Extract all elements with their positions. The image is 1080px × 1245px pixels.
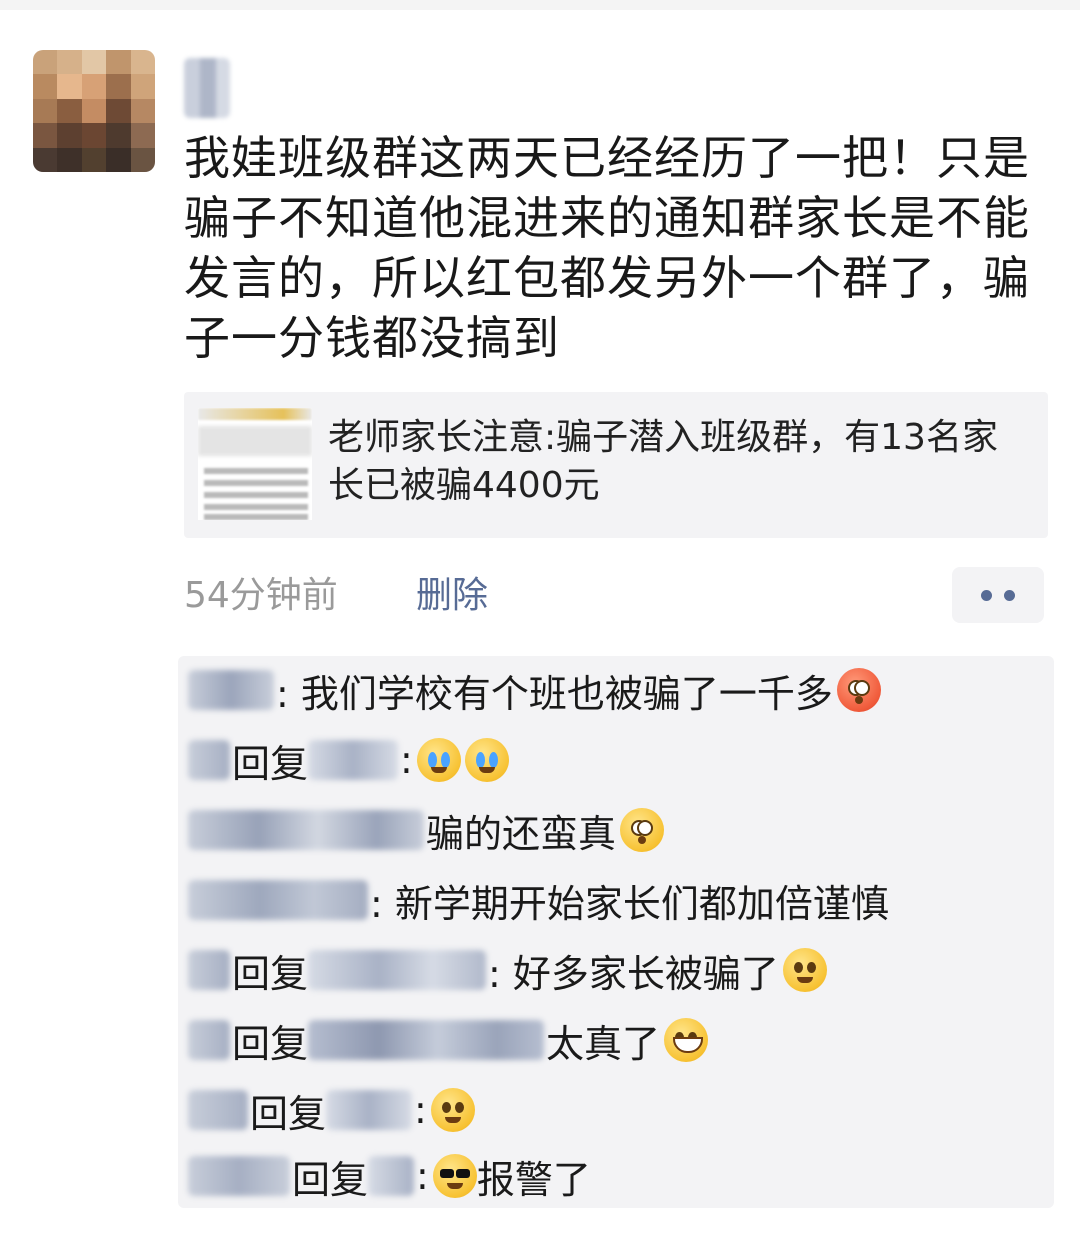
- reply-target-name-blurred[interactable]: [326, 1090, 413, 1130]
- pleading-emoji-icon: [430, 1088, 475, 1132]
- author-nickname-blurred[interactable]: [184, 58, 230, 118]
- post-timestamp: 54分钟前: [184, 575, 338, 616]
- commenter-name-blurred[interactable]: [188, 740, 230, 780]
- comment-row[interactable]: 回复 太真了: [188, 1010, 709, 1070]
- facepalm-cry-emoji-icon: [416, 738, 461, 782]
- comment-row[interactable]: 回复 : 报警了: [188, 1146, 591, 1206]
- post-text: 我娃班级群这两天已经经历了一把！只是骗子不知道他混进来的通知群家长是不能发言的，…: [184, 131, 1030, 365]
- commenter-name-blurred[interactable]: [188, 1156, 290, 1196]
- commenter-name-blurred[interactable]: [188, 950, 230, 990]
- wide-eyes-emoji-icon: [620, 808, 665, 852]
- comment-text: :: [414, 1088, 427, 1132]
- comment-row[interactable]: 骗的还蛮真: [188, 800, 665, 860]
- comment-row[interactable]: 回复 : 好多家长被骗了: [188, 940, 827, 1000]
- more-options-button[interactable]: [952, 567, 1044, 623]
- comment-row[interactable]: : 新学期开始家长们都加倍谨慎: [188, 870, 889, 930]
- sunglasses-emoji-icon: [432, 1154, 477, 1198]
- delete-button[interactable]: 删除: [416, 572, 488, 620]
- commenter-name-blurred[interactable]: [188, 1020, 230, 1060]
- pleading-emoji-icon: [782, 948, 827, 992]
- reply-target-name-blurred[interactable]: [368, 1156, 415, 1196]
- reply-word: 回复: [232, 741, 309, 786]
- comment-row[interactable]: : 我们学校有个班也被骗了一千多: [188, 660, 881, 720]
- comment-text: 报警了: [476, 1157, 591, 1202]
- more-dots-icon: [981, 589, 992, 601]
- facepalm-cry-emoji-icon: [464, 738, 509, 782]
- more-dots-icon: [1004, 589, 1015, 601]
- comment-text: : 新学期开始家长们都加倍谨慎: [370, 881, 889, 926]
- reply-target-name-blurred[interactable]: [308, 1020, 545, 1060]
- comment-text: 太真了: [546, 1021, 661, 1066]
- comment-text: 骗的还蛮真: [426, 811, 617, 856]
- comment-text: : 好多家长被骗了: [488, 951, 779, 996]
- reply-target-name-blurred[interactable]: [308, 950, 487, 990]
- commenter-name-blurred[interactable]: [188, 670, 274, 710]
- shared-link-card[interactable]: 老师家长注意:骗子潜入班级群，有13名家长已被骗4400元: [184, 392, 1048, 538]
- reply-word: 回复: [232, 1021, 309, 1066]
- comment-text: : 我们学校有个班也被骗了一千多: [276, 671, 833, 716]
- reply-word: 回复: [292, 1157, 369, 1202]
- comments-panel: : 我们学校有个班也被骗了一千多 回复 : 骗的还蛮真 : 新学期开始家长们都加…: [178, 656, 1054, 1208]
- flushed-emoji-icon: [836, 668, 881, 712]
- link-title: 老师家长注意:骗子潜入班级群，有13名家长已被骗4400元: [328, 417, 998, 506]
- reply-target-name-blurred[interactable]: [308, 740, 399, 780]
- grin-emoji-icon: [664, 1018, 709, 1062]
- avatar[interactable]: [33, 50, 155, 172]
- comment-row[interactable]: 回复 :: [188, 1080, 475, 1140]
- commenter-name-blurred[interactable]: [188, 1090, 248, 1130]
- reply-word: 回复: [250, 1091, 327, 1136]
- reply-word: 回复: [232, 951, 309, 996]
- comment-row[interactable]: 回复 :: [188, 730, 509, 790]
- commenter-name-blurred[interactable]: [188, 880, 368, 920]
- comment-text-prefix: :: [416, 1154, 429, 1198]
- link-thumbnail: [198, 408, 312, 520]
- commenter-name-blurred[interactable]: [188, 810, 424, 850]
- top-divider: [0, 0, 1080, 10]
- comment-text: :: [400, 738, 413, 782]
